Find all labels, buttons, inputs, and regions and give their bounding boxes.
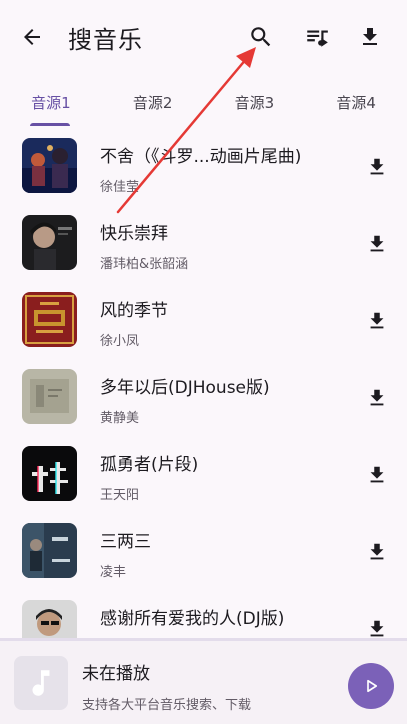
back-button[interactable]: [12, 17, 52, 57]
tab-source-3[interactable]: 音源3: [204, 76, 306, 126]
song-download-button[interactable]: [362, 229, 392, 259]
song-title: 感谢所有爱我的人(DJ版): [100, 609, 285, 629]
song-row[interactable]: 三两三 凌丰: [0, 511, 407, 588]
back-arrow-icon: [24, 29, 40, 45]
song-download-button[interactable]: [362, 537, 392, 567]
song-artist: 潘玮柏&张韶涵: [100, 257, 189, 272]
player-title: 未在播放: [82, 664, 150, 684]
song-title: 快乐崇拜: [100, 224, 168, 244]
source-tabs: 音源1 音源2 音源3 音源4: [0, 76, 407, 126]
song-download-button[interactable]: [362, 460, 392, 490]
play-queue-button[interactable]: [297, 17, 337, 57]
download-icon: [370, 389, 384, 406]
album-cover: [22, 523, 77, 578]
song-artist: 王天阳: [100, 488, 140, 503]
app-bar: 搜音乐: [0, 0, 407, 74]
play-icon: [367, 679, 378, 693]
download-icon: [370, 235, 384, 252]
download-icon: [370, 466, 384, 483]
song-row[interactable]: 不舍（《斗罗...动画片尾曲) 徐佳莹: [0, 126, 407, 203]
song-artist: 徐小凤: [100, 334, 140, 349]
song-list: 不舍（《斗罗...动画片尾曲) 徐佳莹 快乐崇拜 潘玮柏&张韶涵 风的季节 徐小…: [0, 126, 407, 665]
tab-source-4[interactable]: 音源4: [305, 76, 407, 126]
song-row[interactable]: 风的季节 徐小凤: [0, 280, 407, 357]
download-icon: [370, 543, 384, 560]
album-cover: [22, 369, 77, 424]
song-title: 三两三: [100, 532, 151, 552]
search-button[interactable]: [241, 17, 281, 57]
song-title: 孤勇者(片段): [100, 455, 199, 475]
song-title: 多年以后(DJHouse版): [100, 378, 270, 398]
play-button[interactable]: [348, 663, 394, 709]
tab-source-1[interactable]: 音源1: [0, 76, 102, 126]
player-cover: [14, 656, 68, 710]
player-subtitle: 支持各大平台音乐搜索、下载: [82, 698, 252, 713]
download-icon: [363, 28, 377, 45]
queue-music-icon: [307, 30, 328, 47]
tab-source-2[interactable]: 音源2: [102, 76, 204, 126]
song-row[interactable]: 快乐崇拜 潘玮柏&张韶涵: [0, 203, 407, 280]
album-cover: [22, 138, 77, 193]
song-title: 不舍（《斗罗...动画片尾曲): [100, 147, 302, 167]
search-icon: [251, 27, 271, 47]
song-artist: 凌丰: [100, 565, 127, 580]
song-artist: 徐佳莹: [100, 180, 140, 195]
album-cover: [22, 292, 77, 347]
song-artist: 黄静美: [100, 411, 140, 426]
song-title: 风的季节: [100, 301, 168, 321]
song-download-button[interactable]: [362, 152, 392, 182]
mini-player[interactable]: 未在播放 支持各大平台音乐搜索、下载: [0, 638, 407, 724]
song-row[interactable]: 多年以后(DJHouse版) 黄静美: [0, 357, 407, 434]
music-note-icon: [32, 670, 50, 696]
album-cover: [22, 446, 77, 501]
song-download-button[interactable]: [362, 383, 392, 413]
song-download-button[interactable]: [362, 306, 392, 336]
download-manager-button[interactable]: [350, 17, 390, 57]
download-icon: [370, 620, 384, 637]
page-title: 搜音乐: [68, 26, 143, 54]
album-cover: [22, 215, 77, 270]
download-icon: [370, 158, 384, 175]
download-icon: [370, 312, 384, 329]
song-row[interactable]: 孤勇者(片段) 王天阳: [0, 434, 407, 511]
